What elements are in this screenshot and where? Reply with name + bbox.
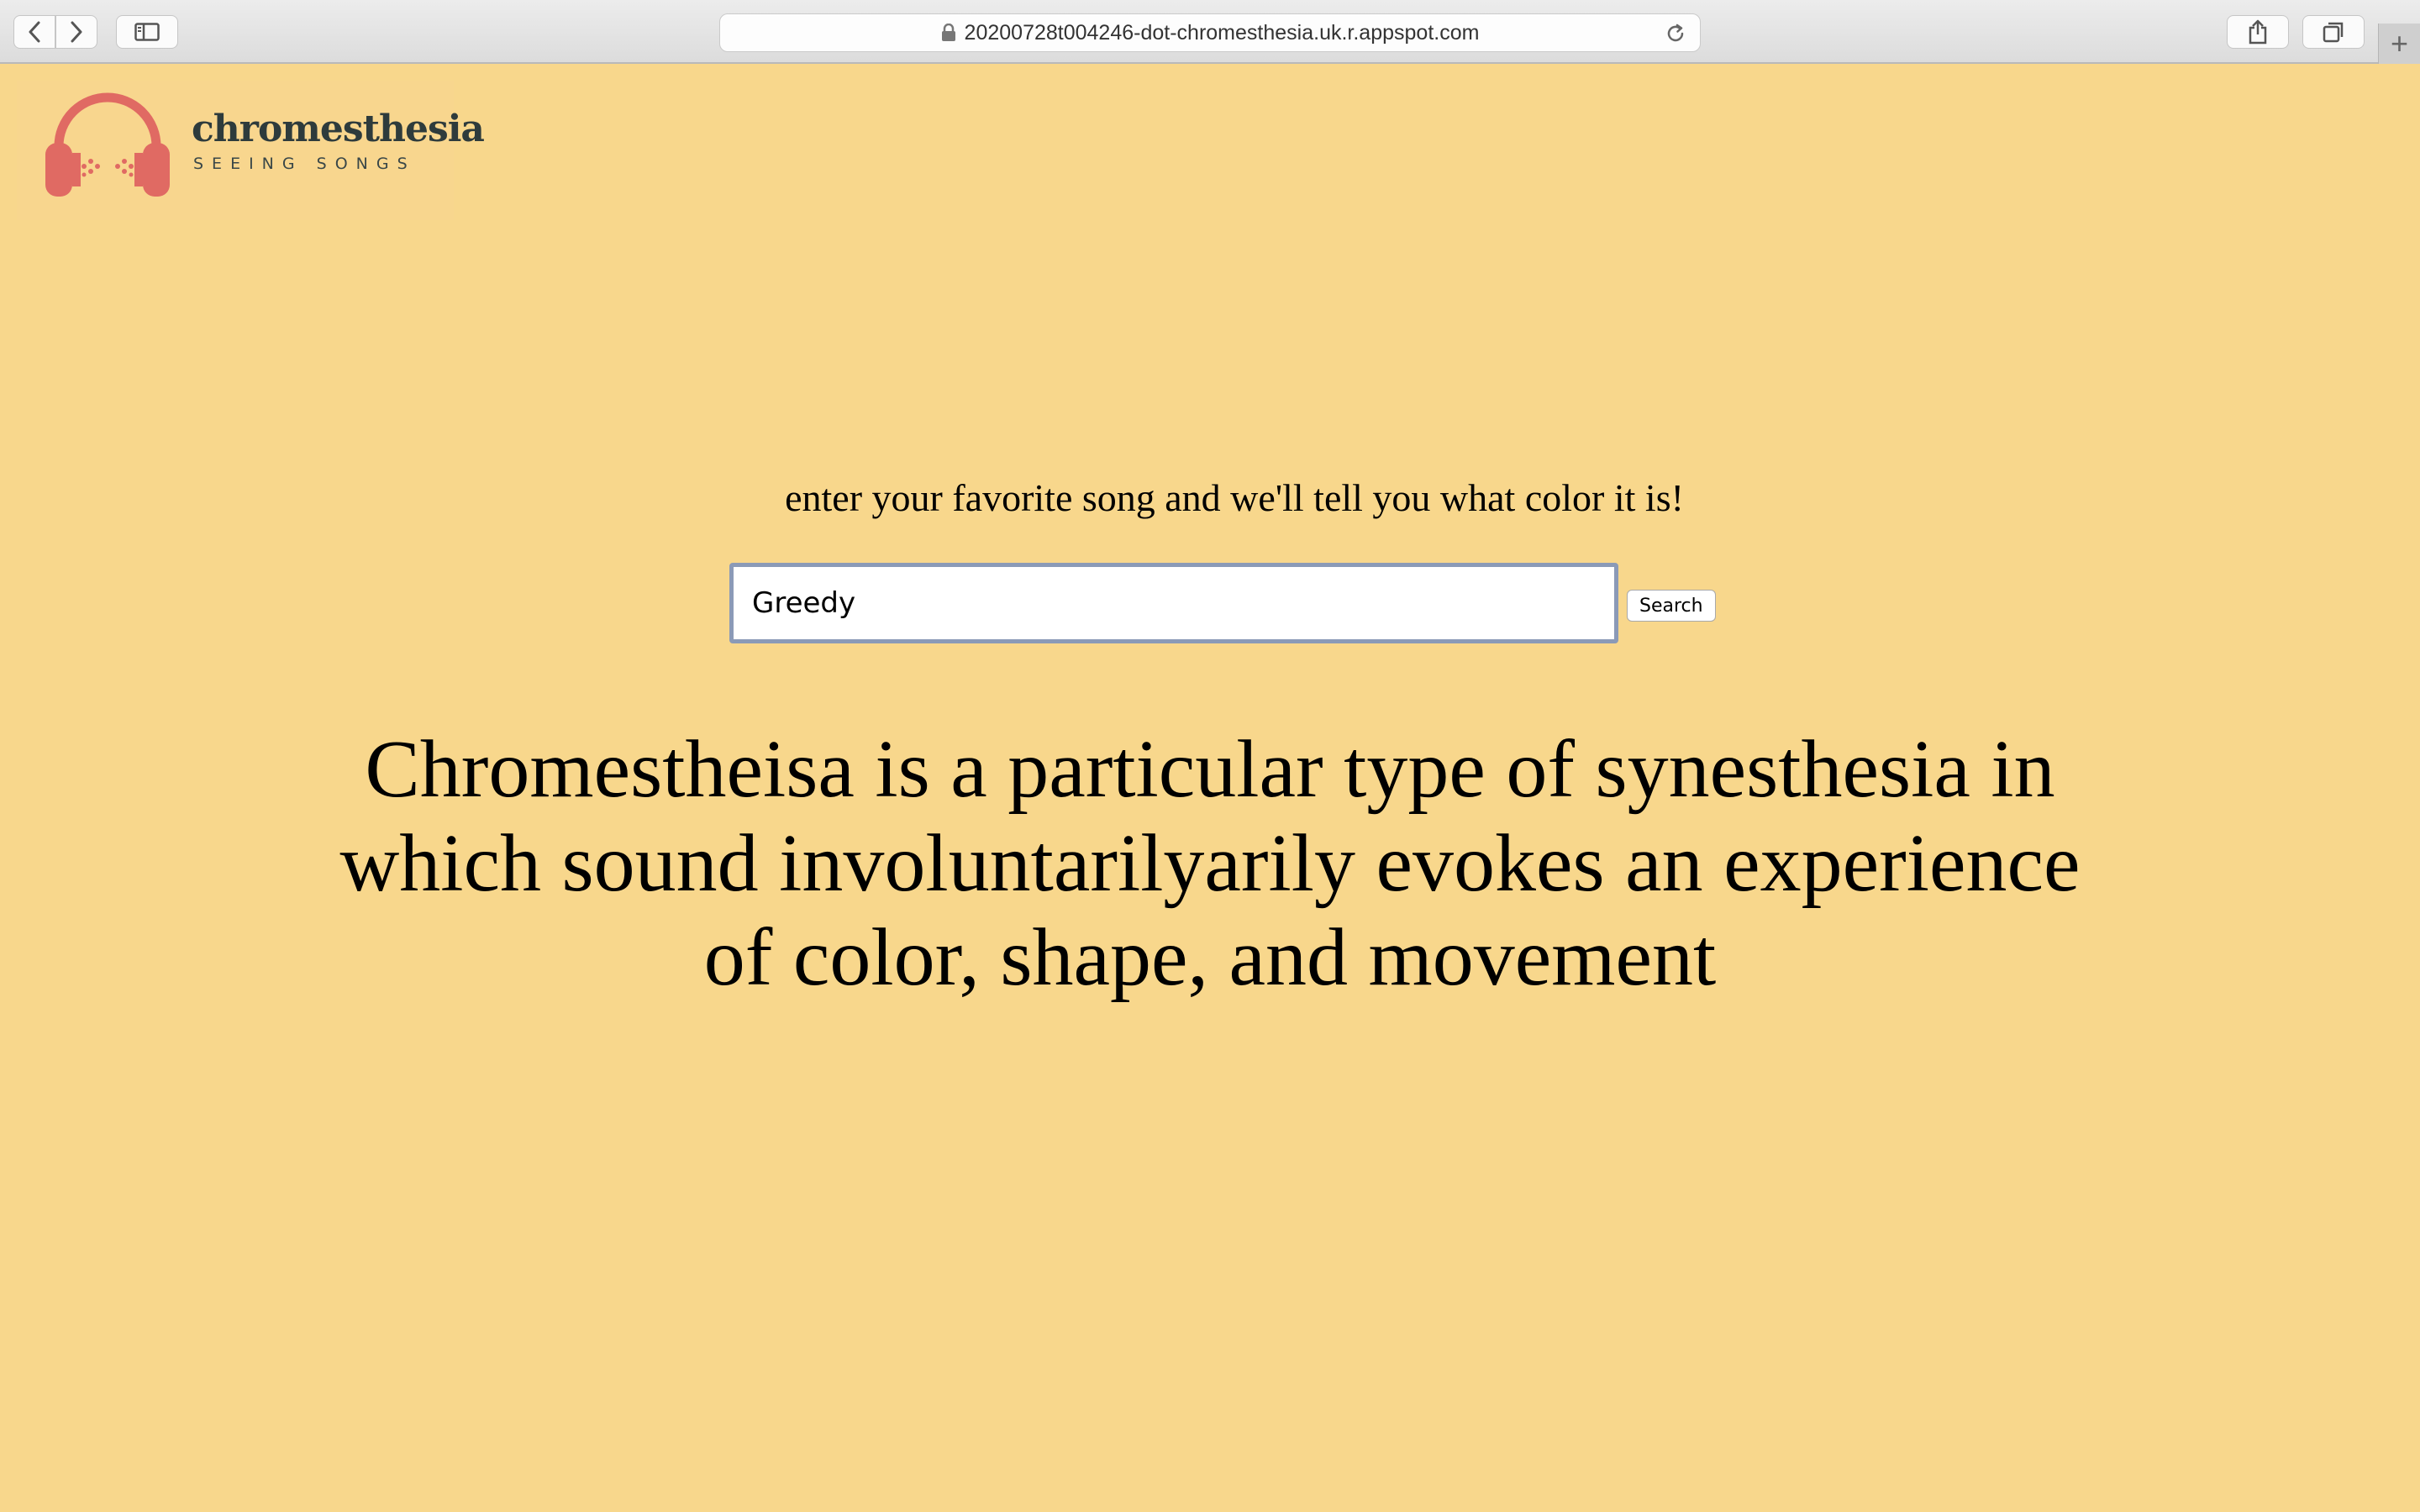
- tabs-icon: [2323, 22, 2344, 43]
- back-icon: [29, 21, 40, 43]
- forward-icon: [71, 21, 82, 43]
- search-form: Search: [729, 563, 1716, 643]
- sidebar-button[interactable]: [116, 15, 178, 49]
- logo-tagline: SEEING SONGS: [193, 155, 416, 173]
- logo-name: chromesthesia: [192, 108, 485, 150]
- tabs-button[interactable]: [2302, 15, 2365, 49]
- share-button[interactable]: [2227, 15, 2289, 49]
- headphones-icon: [40, 91, 175, 204]
- lock-icon: [941, 24, 956, 42]
- share-icon: [2249, 19, 2267, 45]
- chromesthesia-description: Chromestheisa is a particular type of sy…: [339, 724, 2081, 1003]
- reload-icon[interactable]: [1665, 23, 1686, 49]
- forward-button[interactable]: [55, 15, 97, 49]
- song-search-input[interactable]: [729, 563, 1618, 643]
- plus-icon: +: [2390, 26, 2409, 60]
- sidebar-icon: [134, 23, 160, 41]
- browser-toolbar: 20200728t004246-dot-chromesthesia.uk.r.a…: [0, 0, 2420, 64]
- address-bar[interactable]: 20200728t004246-dot-chromesthesia.uk.r.a…: [719, 13, 1701, 52]
- url-text: 20200728t004246-dot-chromesthesia.uk.r.a…: [964, 20, 1480, 45]
- search-prompt: enter your favorite song and we'll tell …: [785, 476, 1684, 519]
- search-button[interactable]: Search: [1627, 590, 1716, 622]
- site-logo[interactable]: chromesthesia SEEING SONGS: [17, 81, 485, 220]
- new-tab-button[interactable]: +: [2378, 24, 2420, 64]
- back-button[interactable]: [13, 15, 55, 49]
